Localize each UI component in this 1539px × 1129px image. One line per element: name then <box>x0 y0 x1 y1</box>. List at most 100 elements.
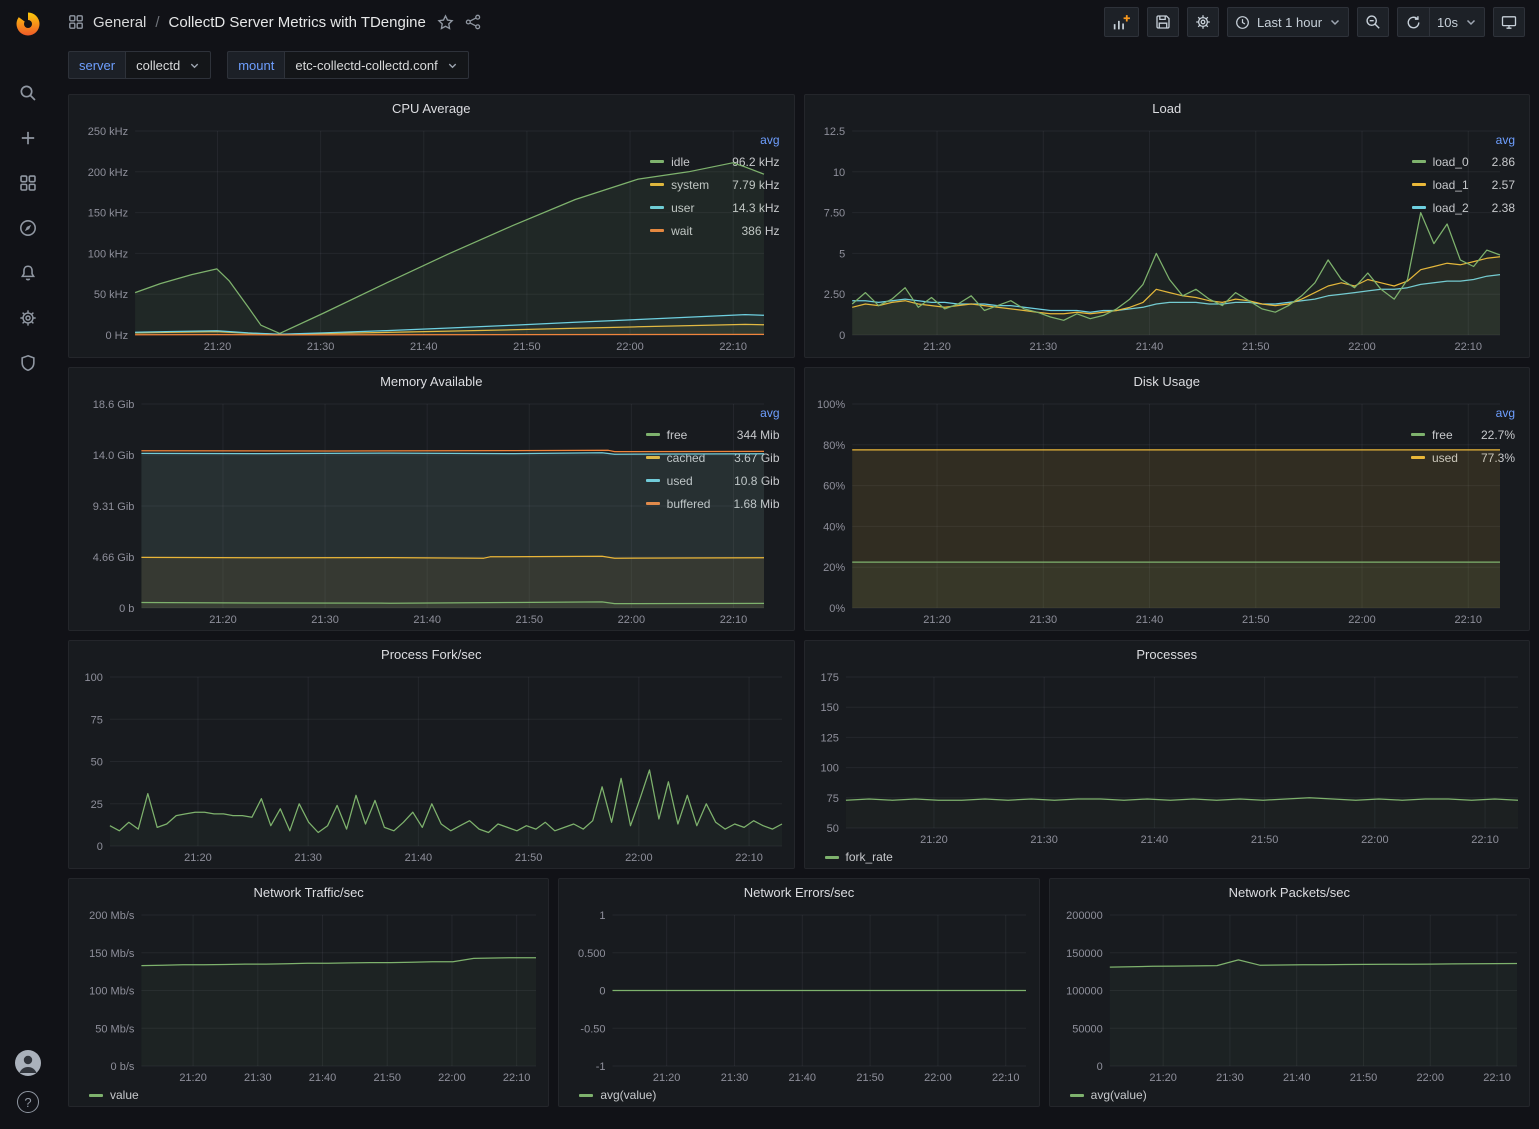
help-icon[interactable]: ? <box>17 1091 39 1113</box>
panel-cpu-average: CPU Average 0 Hz50 kHz100 kHz150 kHz200 … <box>68 94 795 358</box>
svg-text:22:10: 22:10 <box>720 614 748 626</box>
svg-text:21:20: 21:20 <box>204 341 232 353</box>
disk-usage-graph[interactable]: 0%20%40%60%80%100%21:2021:3021:4021:5022… <box>811 394 1403 628</box>
network-traffic-graph[interactable]: 0 b/s50 Mb/s100 Mb/s150 Mb/s200 Mb/s21:2… <box>75 905 544 1086</box>
legend-item-avgvalue[interactable]: avg(value) <box>579 1086 656 1104</box>
svg-text:21:50: 21:50 <box>373 1072 401 1084</box>
legend-item-value[interactable]: value <box>89 1086 139 1104</box>
svg-text:75: 75 <box>826 793 838 805</box>
svg-text:22:00: 22:00 <box>438 1072 466 1084</box>
svg-text:25: 25 <box>91 799 103 811</box>
panel-title-network-errors[interactable]: Network Errors/sec <box>559 879 1038 905</box>
svg-text:22:10: 22:10 <box>503 1072 531 1084</box>
chart-svg: 0 Hz50 kHz100 kHz150 kHz200 kHz250 kHz21… <box>75 121 772 355</box>
svg-text:21:50: 21:50 <box>1250 834 1278 846</box>
svg-text:21:50: 21:50 <box>1242 614 1270 626</box>
panel-title-disk-usage[interactable]: Disk Usage <box>805 368 1530 394</box>
svg-text:22:00: 22:00 <box>1348 614 1376 626</box>
network-packets-graph[interactable]: 05000010000015000020000021:2021:3021:402… <box>1056 905 1525 1086</box>
svg-text:22:10: 22:10 <box>719 341 747 353</box>
svg-text:21:20: 21:20 <box>1149 1072 1177 1084</box>
panel-title-network-packets[interactable]: Network Packets/sec <box>1050 879 1529 905</box>
star-dashboard-button[interactable] <box>437 14 454 31</box>
svg-text:22:00: 22:00 <box>1361 834 1389 846</box>
svg-text:0%: 0% <box>829 603 845 615</box>
server-admin-shield-icon[interactable] <box>16 351 40 375</box>
configuration-gear-icon[interactable] <box>16 306 40 330</box>
legend-item-avgvalue[interactable]: avg(value) <box>1070 1086 1147 1104</box>
network-errors-graph[interactable]: -1-0.5000.500121:2021:3021:4021:5022:002… <box>565 905 1034 1086</box>
chart-svg: 0 b/s50 Mb/s100 Mb/s150 Mb/s200 Mb/s21:2… <box>75 905 544 1086</box>
svg-text:150 kHz: 150 kHz <box>88 208 128 220</box>
legend-series-name: fork_rate <box>846 850 893 864</box>
process-fork-graph[interactable]: 025507510021:2021:3021:4021:5022:0022:10 <box>75 667 790 866</box>
grafana-logo[interactable] <box>12 7 44 39</box>
panel-network-errors: Network Errors/sec -1-0.5000.500121:2021… <box>558 878 1039 1107</box>
alerting-bell-icon[interactable] <box>16 261 40 285</box>
panel-title-process-fork[interactable]: Process Fork/sec <box>69 641 794 667</box>
series-color-swatch <box>825 856 839 859</box>
star-icon <box>437 14 454 31</box>
settings-gear-icon <box>1195 14 1211 30</box>
breadcrumb: General / CollectD Server Metrics with T… <box>68 14 481 31</box>
dashboard-title[interactable]: CollectD Server Metrics with TDengine <box>169 14 426 31</box>
dashboards-icon[interactable] <box>16 171 40 195</box>
svg-text:22:10: 22:10 <box>735 852 763 864</box>
svg-text:21:40: 21:40 <box>405 852 433 864</box>
cycle-view-mode-button[interactable] <box>1493 7 1525 37</box>
svg-text:22:00: 22:00 <box>1348 341 1376 353</box>
create-plus-icon[interactable] <box>16 126 40 150</box>
panel-title-network-traffic[interactable]: Network Traffic/sec <box>69 879 548 905</box>
svg-text:0 b: 0 b <box>119 603 134 615</box>
series-color-swatch <box>579 1094 593 1097</box>
sidebar-nav <box>16 81 40 375</box>
topbar-actions: Last 1 hour 10s <box>1104 7 1525 37</box>
load-graph[interactable]: 02.5057.501012.521:2021:3021:4021:5022:0… <box>811 121 1404 355</box>
svg-text:-0.50: -0.50 <box>581 1023 606 1035</box>
svg-text:12.5: 12.5 <box>823 126 844 138</box>
sidebar-bottom: ? <box>15 1050 41 1113</box>
time-range-picker[interactable]: Last 1 hour <box>1227 7 1349 37</box>
svg-text:7.50: 7.50 <box>823 208 844 220</box>
panel-title-cpu-average[interactable]: CPU Average <box>69 95 794 121</box>
svg-text:21:30: 21:30 <box>1216 1072 1244 1084</box>
variable-server-label: server <box>68 51 125 79</box>
svg-text:0: 0 <box>97 841 103 853</box>
zoom-out-button[interactable] <box>1357 7 1389 37</box>
variable-server-value[interactable]: collectd <box>125 51 211 79</box>
save-dashboard-button[interactable] <box>1147 7 1179 37</box>
panel-processes: Processes 507510012515017521:2021:3021:4… <box>804 640 1531 869</box>
svg-text:40%: 40% <box>823 521 845 533</box>
svg-text:21:40: 21:40 <box>789 1072 817 1084</box>
svg-text:0.500: 0.500 <box>578 948 606 960</box>
cpu-average-graph[interactable]: 0 Hz50 kHz100 kHz150 kHz200 kHz250 kHz21… <box>75 121 642 355</box>
search-icon[interactable] <box>16 81 40 105</box>
legend-item-fork_rate[interactable]: fork_rate <box>825 848 893 866</box>
panel-title-processes[interactable]: Processes <box>805 641 1530 667</box>
network-errors-legend: avg(value) <box>565 1086 1034 1104</box>
refresh-interval-select[interactable]: 10s <box>1429 7 1485 37</box>
variable-mount-value[interactable]: etc-collectd-collectd.conf <box>284 51 468 79</box>
svg-text:21:40: 21:40 <box>1135 341 1163 353</box>
svg-text:22:10: 22:10 <box>1454 341 1482 353</box>
explore-compass-icon[interactable] <box>16 216 40 240</box>
breadcrumb-folder[interactable]: General <box>93 14 146 31</box>
dashboard-settings-button[interactable] <box>1187 7 1219 37</box>
svg-text:20%: 20% <box>823 562 845 574</box>
panel-title-memory-available[interactable]: Memory Available <box>69 368 794 394</box>
share-dashboard-button[interactable] <box>465 14 481 30</box>
chart-svg: 0%20%40%60%80%100%21:2021:3021:4021:5022… <box>811 394 1508 628</box>
panel-title-load[interactable]: Load <box>805 95 1530 121</box>
chart-svg: 0 b4.66 Gib9.31 Gib14.0 Gib18.6 Gib21:20… <box>75 394 772 628</box>
memory-available-graph[interactable]: 0 b4.66 Gib9.31 Gib14.0 Gib18.6 Gib21:20… <box>75 394 638 628</box>
processes-graph[interactable]: 507510012515017521:2021:3021:4021:5022:0… <box>811 667 1526 848</box>
svg-text:21:40: 21:40 <box>413 614 441 626</box>
svg-text:21:30: 21:30 <box>1029 341 1057 353</box>
add-panel-button[interactable] <box>1104 7 1139 37</box>
svg-text:150 Mb/s: 150 Mb/s <box>89 948 135 960</box>
svg-text:150000: 150000 <box>1066 948 1103 960</box>
user-avatar[interactable] <box>15 1050 41 1076</box>
chart-svg: 02.5057.501012.521:2021:3021:4021:5022:0… <box>811 121 1508 355</box>
svg-text:0: 0 <box>600 986 606 998</box>
refresh-button[interactable] <box>1397 7 1429 37</box>
